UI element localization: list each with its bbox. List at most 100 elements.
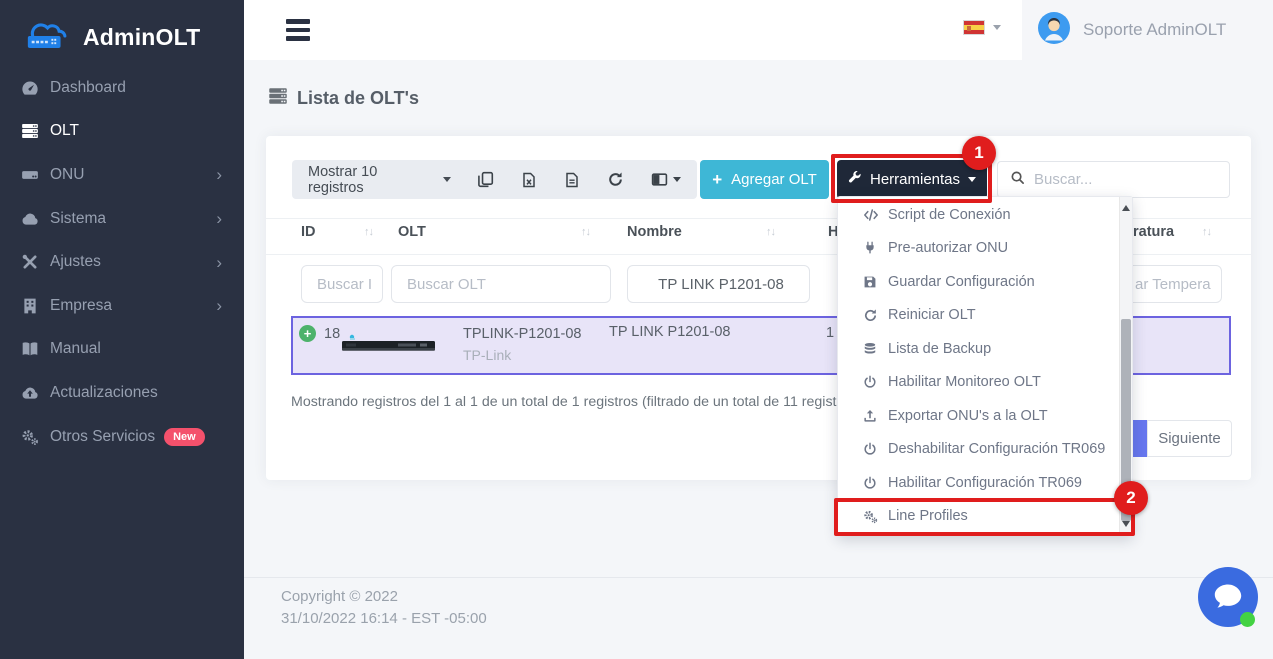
- refresh-button[interactable]: [607, 171, 624, 188]
- show-entries-select[interactable]: Mostrar 10 registros: [308, 164, 451, 196]
- filter-id-input[interactable]: [301, 265, 383, 303]
- menu-item-label: Lista de Backup: [888, 341, 991, 357]
- column-visibility-button[interactable]: [651, 171, 681, 188]
- database-icon: [863, 341, 879, 357]
- scroll-up-icon[interactable]: [1122, 205, 1130, 211]
- caret-down-icon: [443, 177, 451, 182]
- server-icon: [268, 86, 288, 111]
- expand-row-icon[interactable]: [299, 325, 316, 342]
- sidebar-item-dashboard[interactable]: Dashboard: [0, 66, 244, 110]
- menu-item-label: Pre-autorizar ONU: [888, 240, 1008, 256]
- menu-item-label: Habilitar Configuración TR069: [888, 475, 1082, 491]
- chevron-right-icon: ›: [216, 210, 222, 227]
- menu-item-lista-de-backup[interactable]: Lista de Backup: [838, 332, 1119, 366]
- chevron-right-icon: ›: [216, 166, 222, 183]
- sidebar-item-manual[interactable]: Manual: [0, 328, 244, 372]
- sidebar-item-label: Otros Servicios: [50, 428, 155, 446]
- building-icon: [21, 297, 39, 314]
- tools-dropdown-button[interactable]: Herramientas: [837, 160, 987, 199]
- new-badge: New: [164, 428, 205, 446]
- chevron-right-icon: ›: [216, 254, 222, 271]
- menu-item-label: Reiniciar OLT: [888, 307, 976, 323]
- sidebar-item-onu[interactable]: ONU ›: [0, 153, 244, 197]
- spain-flag-icon: [963, 20, 985, 35]
- menu-item-reiniciar-olt[interactable]: Reiniciar OLT: [838, 299, 1119, 333]
- table-search: [997, 161, 1230, 198]
- show-entries-label: Mostrar 10 registros: [308, 164, 435, 196]
- olt-device-image: [340, 332, 440, 361]
- user-name: Soporte AdminOLT: [1083, 20, 1226, 40]
- dashboard-icon: [21, 79, 39, 96]
- sidebar-item-sistema[interactable]: Sistema ›: [0, 197, 244, 241]
- cell-host: 1: [826, 325, 834, 341]
- add-olt-button[interactable]: + Agregar OLT: [700, 160, 829, 199]
- page-title: Lista de OLT's: [268, 86, 419, 111]
- sidebar-item-label: Sistema: [50, 210, 106, 228]
- search-input[interactable]: [1034, 171, 1204, 188]
- plug-icon: [863, 240, 879, 256]
- menu-item-line-profiles[interactable]: Line Profiles: [838, 500, 1119, 534]
- menu-item-script-de-conexion[interactable]: Script de Conexión: [838, 198, 1119, 232]
- footer-divider: [244, 577, 1273, 578]
- sidebar-nav: Dashboard OLT ONU › Sistema › Ajustes ›: [0, 66, 244, 458]
- sidebar-item-label: Ajustes: [50, 253, 101, 271]
- gears-icon: [863, 508, 879, 524]
- sidebar-item-label: OLT: [50, 122, 79, 140]
- filter-olt-input[interactable]: [391, 265, 611, 303]
- sidebar-item-otros-servicios[interactable]: Otros Servicios New: [0, 415, 244, 459]
- menu-item-guardar-configuracion[interactable]: Guardar Configuración: [838, 265, 1119, 299]
- sort-icon: [364, 226, 373, 238]
- power-icon: [863, 441, 879, 457]
- column-header-temperatura[interactable]: ratura: [1133, 224, 1211, 240]
- adminolt-app: AdminOLT Dashboard OLT ONU › Sistema ›: [0, 0, 1273, 659]
- excel-export-button[interactable]: [521, 172, 537, 188]
- avatar: [1038, 12, 1070, 49]
- footer-datetime: 31/10/2022 16:14 - EST -05:00: [281, 610, 487, 627]
- brand-logo[interactable]: AdminOLT: [0, 0, 244, 62]
- column-header-id[interactable]: ID: [301, 224, 373, 240]
- sidebar-item-olt[interactable]: OLT: [0, 110, 244, 154]
- menu-item-deshabilitar-configuracion-tr069[interactable]: Deshabilitar Configuración TR069: [838, 433, 1119, 467]
- sidebar-item-actualizaciones[interactable]: Actualizaciones: [0, 371, 244, 415]
- add-olt-label: Agregar OLT: [731, 171, 817, 188]
- language-selector[interactable]: [963, 20, 1001, 35]
- device-icon: [21, 166, 39, 183]
- cell-nombre: TP LINK P1201-08: [609, 324, 730, 340]
- cloud-icon: [21, 210, 39, 227]
- column-header-nombre[interactable]: Nombre: [627, 224, 775, 240]
- plus-icon: +: [712, 171, 722, 188]
- cloud-upload-icon: [21, 384, 39, 401]
- menu-item-label: Guardar Configuración: [888, 274, 1035, 290]
- sidebar-item-label: Manual: [50, 340, 101, 358]
- gears-icon: [21, 428, 39, 445]
- power-icon: [863, 374, 879, 390]
- menu-item-label: Script de Conexión: [888, 207, 1011, 223]
- tools-label: Herramientas: [870, 171, 960, 188]
- menu-item-habilitar-configuracion-tr069[interactable]: Habilitar Configuración TR069: [838, 466, 1119, 500]
- sidebar-item-ajustes[interactable]: Ajustes ›: [0, 240, 244, 284]
- search-icon: [1010, 170, 1025, 190]
- file-export-button[interactable]: [564, 172, 580, 188]
- column-label: OLT: [398, 224, 426, 240]
- cloud-switch-logo-icon: [24, 17, 74, 58]
- sort-icon: [1202, 226, 1211, 238]
- power-icon: [863, 475, 879, 491]
- export-buttons: [477, 171, 681, 188]
- copy-button[interactable]: [477, 171, 494, 188]
- wrench-icon: [848, 171, 862, 189]
- column-header-olt[interactable]: OLT: [398, 224, 590, 240]
- user-menu[interactable]: Soporte AdminOLT: [1022, 0, 1273, 60]
- menu-item-exportar-onus-a-la-olt[interactable]: Exportar ONU's a la OLT: [838, 399, 1119, 433]
- annotation-badge-step1: 1: [962, 136, 996, 170]
- filter-nombre-input[interactable]: [627, 265, 810, 303]
- sidebar-item-empresa[interactable]: Empresa ›: [0, 284, 244, 328]
- sort-icon: [581, 226, 590, 238]
- menu-item-habilitar-monitoreo-olt[interactable]: Habilitar Monitoreo OLT: [838, 366, 1119, 400]
- footer-copyright: Copyright © 2022: [281, 588, 398, 605]
- menu-item-pre-autorizar-onu[interactable]: Pre-autorizar ONU: [838, 232, 1119, 266]
- hamburger-menu-icon[interactable]: [286, 19, 310, 45]
- scroll-down-icon[interactable]: [1122, 521, 1130, 527]
- code-icon: [863, 207, 879, 223]
- pagination-next-button[interactable]: Siguiente: [1147, 420, 1232, 457]
- sidebar-item-label: Empresa: [50, 297, 112, 315]
